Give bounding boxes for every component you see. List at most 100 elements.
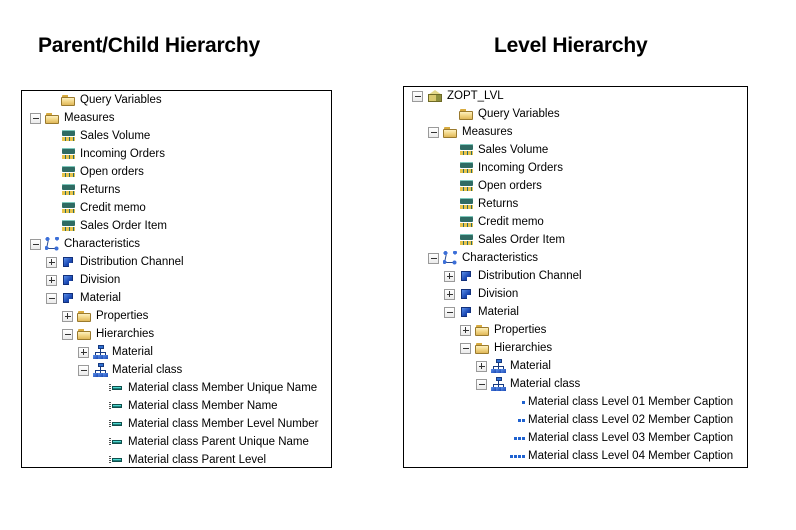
folder-icon — [459, 107, 475, 121]
tree-node[interactable]: Characteristics — [404, 249, 747, 267]
tree-node[interactable]: Material class Level 04 Member Caption — [404, 447, 747, 465]
tree-node[interactable]: Material class Parent Level — [22, 451, 331, 467]
level-icon — [507, 431, 525, 445]
tree-node[interactable]: Hierarchies — [22, 325, 331, 343]
collapse-node-icon[interactable] — [444, 306, 455, 318]
tree-node[interactable]: Material class Parent Unique Name — [22, 433, 331, 451]
tree-node[interactable]: Material — [22, 343, 331, 361]
tree-node-label: Measures — [64, 112, 115, 124]
key-figure-icon — [61, 165, 77, 179]
key-figure-icon — [459, 179, 475, 193]
collapse-node-icon[interactable] — [30, 112, 41, 124]
tree-node[interactable]: Material — [404, 357, 747, 375]
tree-node[interactable]: Material class — [404, 375, 747, 393]
tree-node-label: Returns — [80, 184, 121, 196]
tree-node[interactable]: Distribution Channel — [404, 267, 747, 285]
collapse-node-icon[interactable] — [428, 126, 439, 138]
tree-node[interactable]: Open orders — [22, 163, 331, 181]
expand-node-icon[interactable] — [78, 346, 89, 358]
collapse-node-icon[interactable] — [78, 364, 89, 376]
tree-node[interactable]: Material class Member Name — [22, 397, 331, 415]
tree-node[interactable]: Credit memo — [404, 213, 747, 231]
tree-node[interactable]: Division — [404, 285, 747, 303]
tree-node[interactable]: Hierarchies — [404, 339, 747, 357]
tree-node[interactable]: Incoming Orders — [404, 159, 747, 177]
tree-node[interactable]: Characteristics — [22, 235, 331, 253]
tree-node-label: Properties — [96, 310, 149, 322]
tree-node[interactable]: Incoming Orders — [22, 145, 331, 163]
tree-node[interactable]: Material — [22, 289, 331, 307]
tree-node[interactable]: Material class Member Unique Name — [22, 379, 331, 397]
tree-node[interactable]: Properties — [22, 307, 331, 325]
tree-node[interactable]: Properties — [404, 321, 747, 339]
collapse-node-icon[interactable] — [30, 238, 41, 250]
infocube-icon — [427, 89, 444, 104]
tree-node[interactable]: Sales Volume — [404, 141, 747, 159]
collapse-node-icon[interactable] — [412, 90, 423, 102]
tree-node[interactable]: Measures — [404, 123, 747, 141]
tree-node[interactable]: Material class Level 02 Member Caption — [404, 411, 747, 429]
key-figure-icon — [61, 147, 77, 161]
tree-node-label: Credit memo — [478, 216, 544, 228]
tree-node[interactable]: Query Variables — [22, 91, 331, 109]
expand-node-icon[interactable] — [460, 324, 471, 336]
tree-node[interactable]: ZOPT_LVL — [404, 87, 747, 105]
expand-node-icon[interactable] — [444, 288, 455, 300]
expand-node-icon[interactable] — [476, 360, 487, 372]
tree-node[interactable]: Distribution Channel — [22, 253, 331, 271]
tree-node[interactable]: Open orders — [404, 177, 747, 195]
tree-node-label: Distribution Channel — [80, 256, 184, 268]
folder-icon — [45, 111, 61, 125]
tree-node[interactable]: Sales Order Item — [404, 231, 747, 249]
collapse-node-icon[interactable] — [460, 342, 471, 354]
tree-view-level-hierarchy[interactable]: ZOPT_LVL Query Variables Measures Sales Vol… — [404, 87, 747, 467]
tree-node[interactable]: Material — [404, 303, 747, 321]
tree-node-label: Material — [478, 306, 519, 318]
key-figure-icon — [459, 197, 475, 211]
tree-node-label: Incoming Orders — [478, 162, 564, 174]
tree-node-label: Division — [478, 288, 519, 300]
tree-node-label: Sales Order Item — [80, 220, 167, 232]
tree-node[interactable]: Sales Order Item — [22, 217, 331, 235]
collapse-node-icon[interactable] — [46, 292, 57, 304]
tree-node-label: Material class Level 04 Member Caption — [528, 450, 734, 462]
tree-node[interactable]: Credit memo — [22, 199, 331, 217]
tree-node[interactable]: Material class Member Level Number — [22, 415, 331, 433]
tree-toggle-placeholder — [492, 397, 503, 408]
characteristic-icon — [459, 305, 475, 319]
tree-node[interactable]: Material class Level 03 Member Caption — [404, 429, 747, 447]
collapse-node-icon[interactable] — [428, 252, 439, 264]
tree-node[interactable]: Material class — [22, 361, 331, 379]
tree-view-parent-child[interactable]: Query Variables Measures Sales Volume Incom… — [22, 91, 331, 467]
tree-node[interactable]: Query Variables — [404, 105, 747, 123]
characteristic-icon — [459, 269, 475, 283]
key-figure-icon — [61, 183, 77, 197]
tree-panel-parent-child[interactable]: Query Variables Measures Sales Volume Incom… — [21, 90, 332, 468]
tree-node[interactable]: Returns — [22, 181, 331, 199]
key-figure-icon — [459, 161, 475, 175]
tree-toggle-placeholder — [94, 401, 105, 412]
tree-toggle-placeholder — [444, 163, 455, 174]
tree-node[interactable]: Returns — [404, 195, 747, 213]
characteristic-icon — [459, 287, 475, 301]
collapse-node-icon[interactable] — [62, 328, 73, 340]
tree-node[interactable]: Division — [22, 271, 331, 289]
tree-node[interactable]: Material class Level 01 Member Caption — [404, 393, 747, 411]
characteristic-icon — [61, 291, 77, 305]
attribute-icon — [109, 435, 125, 449]
expand-node-icon[interactable] — [444, 270, 455, 282]
expand-node-icon[interactable] — [46, 274, 57, 286]
tree-node[interactable]: Measures — [22, 109, 331, 127]
expand-node-icon[interactable] — [62, 310, 73, 322]
expand-node-icon[interactable] — [46, 256, 57, 268]
level-icon — [507, 449, 525, 463]
collapse-node-icon[interactable] — [476, 378, 487, 390]
folder-icon — [475, 341, 491, 355]
tree-panel-level-hierarchy[interactable]: ZOPT_LVL Query Variables Measures Sales Vol… — [403, 86, 748, 468]
tree-node-label: Open orders — [478, 180, 542, 192]
level-icon — [507, 413, 525, 427]
tree-toggle-placeholder — [444, 217, 455, 228]
tree-toggle-placeholder — [46, 221, 57, 232]
tree-toggle-placeholder — [46, 185, 57, 196]
tree-node[interactable]: Sales Volume — [22, 127, 331, 145]
